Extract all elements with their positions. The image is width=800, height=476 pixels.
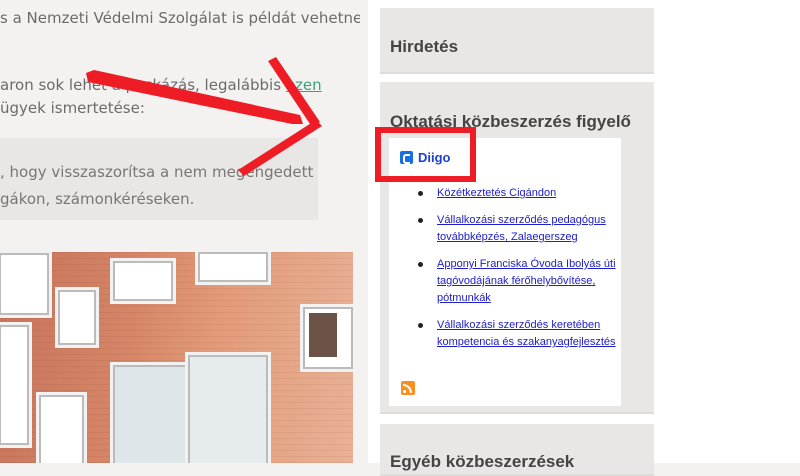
list-item: Vállalkozási szerződés keretében kompete… — [418, 317, 618, 351]
feed-link[interactable]: Apponyi Franciska Óvoda Ibolyás úti tagó… — [437, 258, 616, 304]
building-window — [195, 252, 271, 285]
list-item: Közétkeztetés Cigándon — [418, 185, 618, 202]
rss-icon[interactable] — [401, 381, 415, 395]
feed-link[interactable]: Vállalkozási szerződés pedagógus továbbk… — [437, 214, 606, 243]
article-paragraph: aron sok lehet a puskázás, legalábbis ez… — [0, 74, 322, 96]
article-photo — [0, 252, 353, 463]
diigo-feed-list: Közétkeztetés Cigándon Vállalkozási szer… — [418, 185, 618, 361]
building-window — [300, 304, 353, 372]
article-link[interactable]: ezen — [286, 76, 322, 94]
highlight-box — [375, 127, 476, 182]
article-text: aron sok lehet a puskázás, legalábbis — [0, 76, 286, 94]
building-window — [110, 258, 176, 304]
article-paragraph: s a Nemzeti Védelmi Szolgálat is példát … — [0, 9, 360, 27]
widget-title: Hirdetés — [390, 37, 459, 56]
article-content: s a Nemzeti Védelmi Szolgálat is példát … — [0, 0, 360, 463]
feed-link[interactable]: Vállalkozási szerződés keretében kompete… — [437, 319, 616, 348]
article-paragraph: ügyek ismertetése: — [0, 99, 145, 117]
quote-line: , hogy visszaszorítsa a nem megengedett — [0, 163, 314, 181]
list-item: Apponyi Franciska Óvoda Ibolyás úti tagó… — [418, 256, 618, 307]
feed-link[interactable]: Közétkeztetés Cigándon — [437, 187, 556, 199]
building-window — [185, 352, 271, 463]
widget-ads: Hirdetés — [380, 8, 654, 74]
building-window — [0, 252, 52, 318]
sidebar: Hirdetés Oktatási közbeszerzés figyelő D… — [368, 0, 800, 476]
building-window — [0, 322, 32, 448]
quote-line: gákon, számonkéréseken. — [0, 190, 195, 208]
building-window — [55, 287, 99, 348]
widget-other: Egyéb közbeszerzések — [380, 424, 654, 476]
list-item: Vállalkozási szerződés pedagógus továbbk… — [418, 212, 618, 246]
building-window — [36, 392, 87, 463]
widget-title: Egyéb közbeszerzések — [390, 452, 575, 471]
blockquote: , hogy visszaszorítsa a nem megengedett … — [0, 138, 318, 220]
